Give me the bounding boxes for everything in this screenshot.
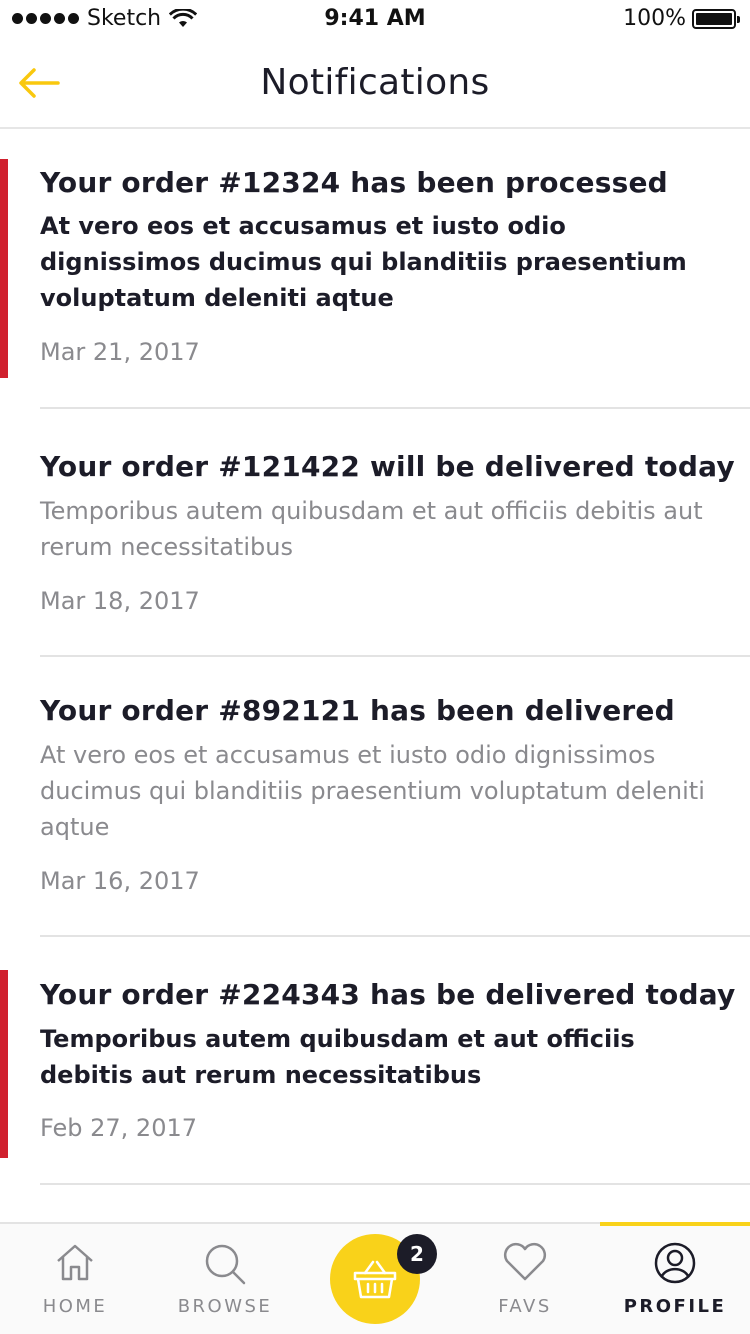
basket-icon [353,1260,397,1299]
heart-icon [503,1242,547,1281]
notification-date: Feb 27, 2017 [40,1114,197,1142]
status-bar: Sketch 9:41 AM 100% [0,0,750,40]
notification-item[interactable]: Your order #892121 has been delivered At… [0,657,750,937]
tab-label: FAVS [498,1296,552,1317]
cart-badge: 2 [397,1234,437,1274]
search-icon [205,1244,246,1285]
notification-body: Temporibus autem quibusdam et aut offici… [40,497,703,561]
page-title: Notifications [260,62,490,103]
notification-title: Your order #121422 will be delivered tod… [40,450,735,483]
divider [40,1183,750,1185]
notification-body: At vero eos et accusamus et iusto odio d… [40,741,705,841]
active-tab-indicator [600,1222,750,1226]
notification-item[interactable]: Your order #224343 has be delivered toda… [0,937,750,1185]
tab-browse[interactable]: BROWSE [150,1224,300,1334]
status-right: 100% [623,6,740,31]
notification-body: At vero eos et accusamus et iusto odio d… [40,212,687,312]
unread-indicator [0,159,8,378]
tab-label: PROFILE [623,1296,727,1317]
notification-date: Mar 16, 2017 [40,867,200,895]
notification-date: Mar 18, 2017 [40,587,200,615]
tab-bar: HOME BROWSE FAVS PROFILE [0,1222,750,1334]
notification-date: Mar 21, 2017 [40,338,200,366]
unread-indicator [0,970,8,1158]
battery-icon [692,8,740,29]
notification-body: Temporibus autem quibusdam et aut offici… [40,1025,635,1089]
notification-item[interactable]: Your order #121422 will be delivered tod… [0,409,750,657]
notifications-screen: Sketch 9:41 AM 100% Notifications Your o… [0,0,750,1334]
profile-icon [654,1242,696,1284]
tab-label: BROWSE [177,1296,273,1317]
tab-favs[interactable]: FAVS [450,1224,600,1334]
navigation-bar: Notifications [0,40,750,129]
notification-title: Your order #892121 has been delivered [40,694,675,727]
tab-profile[interactable]: PROFILE [600,1222,750,1334]
battery-percent: 100% [623,6,686,31]
tab-label: HOME [42,1296,108,1317]
notification-title: Your order #224343 has be delivered toda… [40,978,736,1011]
notification-item[interactable]: Your order #12324 has been processed At … [0,131,750,409]
notification-title: Your order #12324 has been processed [40,166,668,199]
tab-home[interactable]: HOME [0,1224,150,1334]
home-icon [57,1244,93,1281]
